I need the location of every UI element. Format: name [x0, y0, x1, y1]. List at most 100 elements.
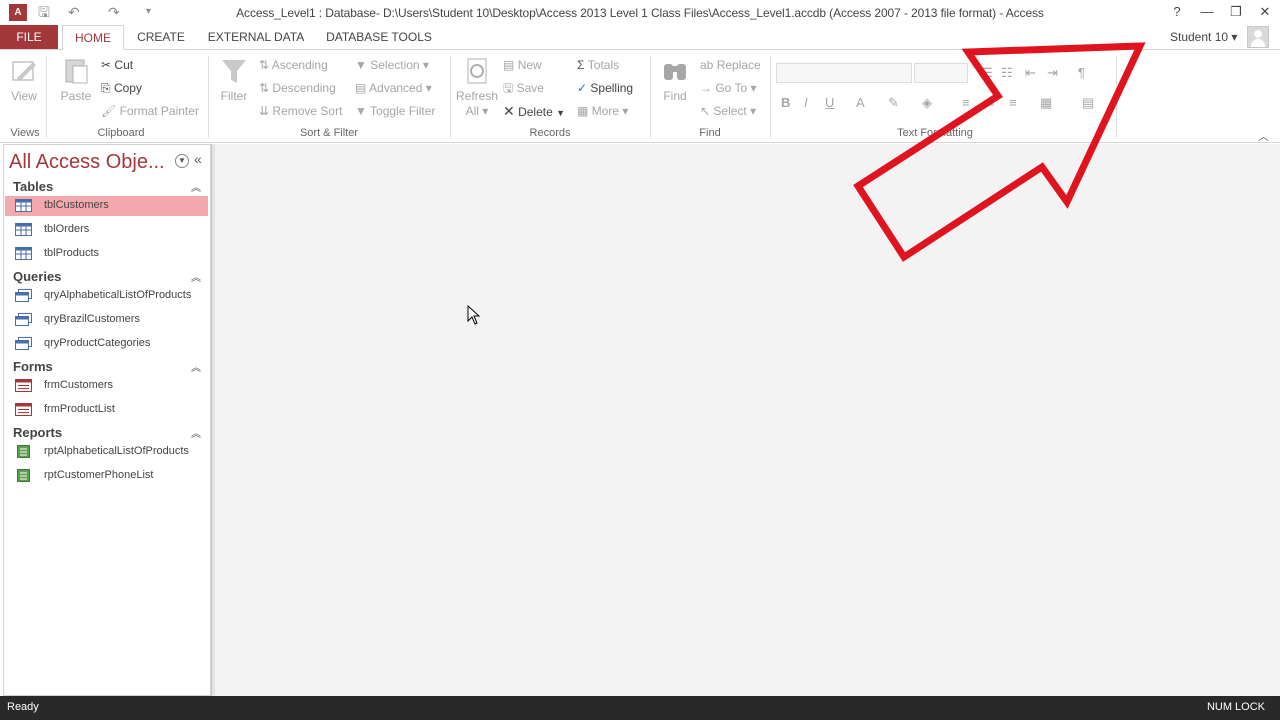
- nav-menu-dropdown-icon[interactable]: ▼: [175, 154, 189, 168]
- align-left-icon[interactable]: ≡: [962, 95, 970, 111]
- remove-sort-button[interactable]: ⇊ Remove Sort: [259, 103, 342, 119]
- delete-button[interactable]: ✕ Delete ▼: [503, 103, 565, 121]
- section-collapse-icon[interactable]: ︽: [191, 359, 201, 374]
- gridlines-icon[interactable]: ▦: [1040, 95, 1052, 111]
- advanced-button[interactable]: ▤ Advanced ▾: [355, 80, 432, 96]
- shutter-bar-close-icon[interactable]: «: [194, 151, 202, 167]
- selection-button[interactable]: ▼ Selection ▾: [355, 57, 429, 73]
- find-button[interactable]: Find: [658, 56, 692, 104]
- descending-button[interactable]: ⇅ Descending: [259, 80, 336, 96]
- nav-item-qryalphabeticallistofproducts[interactable]: qryAlphabeticalListOfProducts: [5, 286, 208, 306]
- nav-item-rptalphabeticallistofproducts[interactable]: rptAlphabeticalListOfProducts: [5, 442, 208, 462]
- italic-button[interactable]: I: [804, 95, 808, 111]
- goto-button[interactable]: → Go To ▾: [700, 80, 757, 96]
- tab-create[interactable]: CREATE: [132, 25, 190, 49]
- refresh-all-button[interactable]: Refresh All ▾: [455, 56, 499, 119]
- highlight-icon[interactable]: ✎: [888, 95, 899, 111]
- save-label: Save: [516, 81, 544, 95]
- query-icon: [15, 289, 32, 302]
- copy-icon: ⎘: [101, 81, 111, 95]
- tab-file[interactable]: FILE: [0, 25, 58, 49]
- nav-item-tblproducts[interactable]: tblProducts: [5, 244, 208, 264]
- copy-button[interactable]: ⎘ Copy: [101, 80, 142, 96]
- user-account[interactable]: Student 10 ▾: [1170, 30, 1237, 44]
- replace-label: Replace: [716, 58, 761, 72]
- report-icon: [17, 469, 30, 482]
- minimize-button[interactable]: —: [1194, 3, 1220, 21]
- remove-sort-label: Remove Sort: [272, 104, 343, 118]
- font-size-combo[interactable]: [914, 63, 968, 83]
- more-button[interactable]: ▦ More ▾: [577, 103, 628, 119]
- cut-button[interactable]: ✂ Cut: [101, 57, 133, 73]
- bold-button[interactable]: B: [781, 95, 790, 111]
- nav-item-qryproductcategories[interactable]: qryProductCategories: [5, 334, 208, 354]
- item-label: tblProducts: [44, 247, 100, 259]
- goto-label: Go To ▾: [715, 81, 757, 95]
- underline-button[interactable]: U: [825, 95, 834, 111]
- new-record-button[interactable]: ▤ New: [503, 57, 542, 73]
- spelling-button[interactable]: ✓ Spelling: [577, 80, 633, 96]
- avatar[interactable]: [1247, 26, 1269, 48]
- delete-x-icon: ✕: [503, 103, 515, 119]
- nav-item-frmproductlist[interactable]: frmProductList: [5, 400, 208, 420]
- tab-external-data[interactable]: EXTERNAL DATA: [202, 25, 310, 49]
- nav-section-forms[interactable]: Forms ︽: [4, 357, 210, 377]
- totals-button[interactable]: Σ Totals: [577, 57, 619, 73]
- tab-database-tools[interactable]: DATABASE TOOLS: [322, 25, 436, 49]
- font-color-icon[interactable]: A: [856, 95, 865, 111]
- section-collapse-icon[interactable]: ︽: [191, 179, 201, 194]
- num-lock-indicator: NUM LOCK: [1206, 701, 1265, 713]
- align-center-icon[interactable]: ≡: [987, 95, 995, 111]
- align-right-icon[interactable]: ≡: [1009, 95, 1017, 111]
- nav-pane-title[interactable]: All Access Obje...: [9, 151, 165, 174]
- nav-item-frmcustomers[interactable]: frmCustomers: [5, 376, 208, 396]
- collapse-ribbon-icon[interactable]: ︿: [1258, 128, 1269, 144]
- format-painter-label: Format Painter: [119, 104, 199, 118]
- view-button[interactable]: View: [6, 56, 42, 104]
- tab-home[interactable]: HOME: [62, 25, 124, 50]
- section-label: Reports: [13, 425, 63, 440]
- cut-label: Cut: [114, 58, 134, 72]
- format-painter-button[interactable]: 🖌 Format Painter: [101, 103, 199, 119]
- item-label: rptCustomerPhoneList: [44, 469, 154, 481]
- view-icon: [12, 61, 36, 81]
- numbering-icon[interactable]: ☷: [1001, 65, 1013, 81]
- section-label: Forms: [13, 359, 53, 374]
- delete-dropdown-icon[interactable]: ▼: [556, 108, 565, 118]
- toggle-filter-button[interactable]: ▼ Toggle Filter: [355, 103, 435, 119]
- nav-section-queries[interactable]: Queries ︽: [4, 267, 210, 287]
- nav-section-reports[interactable]: Reports ︽: [4, 423, 210, 443]
- help-button[interactable]: ?: [1164, 3, 1190, 21]
- fill-color-icon[interactable]: ◈: [922, 95, 932, 111]
- filter-icon: [222, 60, 246, 83]
- decrease-indent-icon[interactable]: ⇤: [1025, 65, 1036, 81]
- nav-section-tables[interactable]: Tables ︽: [4, 177, 210, 197]
- ascending-button[interactable]: ⇅ Ascending: [259, 57, 328, 73]
- nav-item-tblorders[interactable]: tblOrders: [5, 220, 208, 240]
- nav-item-qrybrazilcustomers[interactable]: qryBrazilCustomers: [5, 310, 208, 330]
- section-collapse-icon[interactable]: ︽: [191, 269, 201, 284]
- alternate-row-color-icon[interactable]: ▤: [1082, 95, 1094, 111]
- section-collapse-icon[interactable]: ︽: [191, 425, 201, 440]
- close-button[interactable]: ✕: [1252, 3, 1278, 21]
- mouse-cursor-icon: [467, 305, 481, 325]
- select-button[interactable]: ↖ Select ▾: [700, 103, 756, 119]
- nav-item-tblcustomers[interactable]: tblCustomers: [5, 196, 208, 216]
- group-label-find: Find: [699, 127, 721, 139]
- font-name-combo[interactable]: [776, 63, 912, 83]
- table-icon: [15, 199, 32, 212]
- remove-sort-icon: ⇊: [259, 104, 270, 118]
- restore-button[interactable]: ❐: [1223, 3, 1249, 21]
- save-record-button[interactable]: 🖫 Save: [503, 80, 544, 96]
- brush-icon: 🖌: [101, 104, 117, 118]
- item-label: qryAlphabeticalListOfProducts: [44, 289, 192, 301]
- filter-button[interactable]: Filter: [216, 56, 252, 104]
- bullets-icon[interactable]: ☰: [981, 65, 993, 81]
- toggle-filter-label: Toggle Filter: [370, 104, 436, 118]
- paragraph-icon[interactable]: ¶: [1078, 65, 1085, 81]
- replace-button[interactable]: ab Replace: [700, 57, 761, 73]
- paste-button[interactable]: Paste: [58, 56, 94, 104]
- nav-item-rptcustomerphonelist[interactable]: rptCustomerPhoneList: [5, 466, 208, 486]
- increase-indent-icon[interactable]: ⇥: [1047, 65, 1058, 81]
- table-icon: [15, 247, 32, 260]
